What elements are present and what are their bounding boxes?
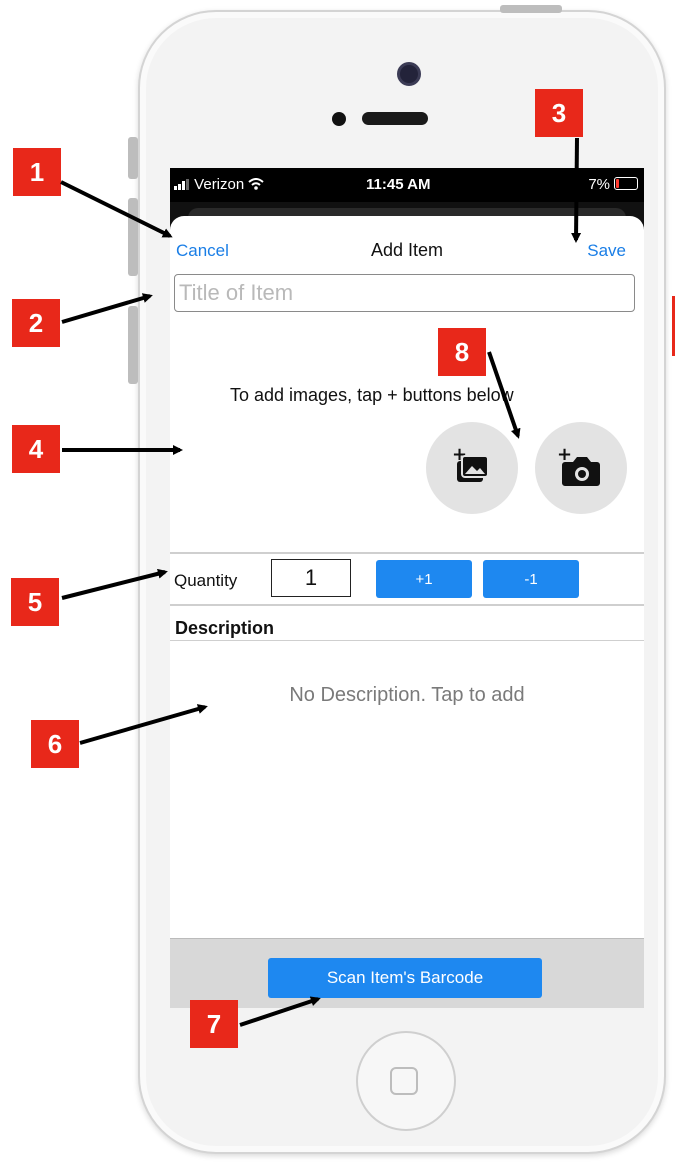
callout-2: 2 [12, 299, 60, 347]
quantity-label: Quantity [174, 571, 238, 590]
wifi-icon [248, 178, 265, 190]
add-photo-library-button[interactable]: + [426, 422, 518, 514]
images-hint: To add images, tap + buttons below [230, 385, 514, 405]
callout-5: 5 [11, 578, 59, 626]
earpiece-speaker [362, 112, 428, 125]
decrement-button[interactable]: -1 [483, 560, 579, 598]
section-divider [170, 552, 644, 554]
save-button[interactable]: Save [587, 241, 626, 261]
nav-bar: Cancel Add Item Save [170, 216, 644, 278]
section-divider [170, 604, 644, 606]
battery-icon [614, 177, 638, 190]
description-area[interactable]: No Description. Tap to add [170, 642, 644, 942]
take-photo-button[interactable]: + [535, 422, 627, 514]
status-time: 11:45 AM [366, 176, 431, 193]
proximity-sensor [332, 112, 346, 126]
battery-percent: 7% [588, 176, 610, 193]
take-photo-camera-icon: + [557, 444, 600, 486]
carrier: Verizon [174, 176, 265, 193]
volume-up-button [128, 198, 138, 276]
front-camera [397, 62, 421, 86]
callout-7: 7 [190, 1000, 238, 1048]
section-divider [170, 640, 644, 641]
callout-8: 8 [438, 328, 486, 376]
power-button [500, 5, 562, 13]
add-item-modal: Cancel Add Item Save To add images, tap … [170, 216, 644, 1008]
bottom-toolbar: Scan Item's Barcode [170, 938, 644, 1008]
item-title-input[interactable] [174, 274, 635, 312]
callout-6: 6 [31, 720, 79, 768]
carrier-label: Verizon [194, 176, 245, 193]
home-button-icon [390, 1067, 418, 1095]
mute-switch [128, 137, 138, 179]
phone-screen: Verizon 11:45 AM 7% Cancel Add Item Save… [170, 168, 644, 1008]
description-placeholder: No Description. Tap to add [289, 684, 525, 706]
status-bar: Verizon 11:45 AM 7% [170, 168, 644, 202]
callout-3: 3 [535, 89, 583, 137]
callout-4: 4 [12, 425, 60, 473]
signal-icon [174, 179, 189, 190]
page-title: Add Item [370, 240, 444, 260]
scan-barcode-button[interactable]: Scan Item's Barcode [268, 958, 542, 998]
callout-1: 1 [13, 148, 61, 196]
add-photo-from-library-icon: + [452, 444, 489, 482]
volume-down-button [128, 306, 138, 384]
description-header: Description [175, 618, 275, 638]
quantity-input[interactable] [271, 559, 351, 597]
svg-text:+: + [557, 444, 572, 465]
increment-button[interactable]: +1 [376, 560, 472, 598]
